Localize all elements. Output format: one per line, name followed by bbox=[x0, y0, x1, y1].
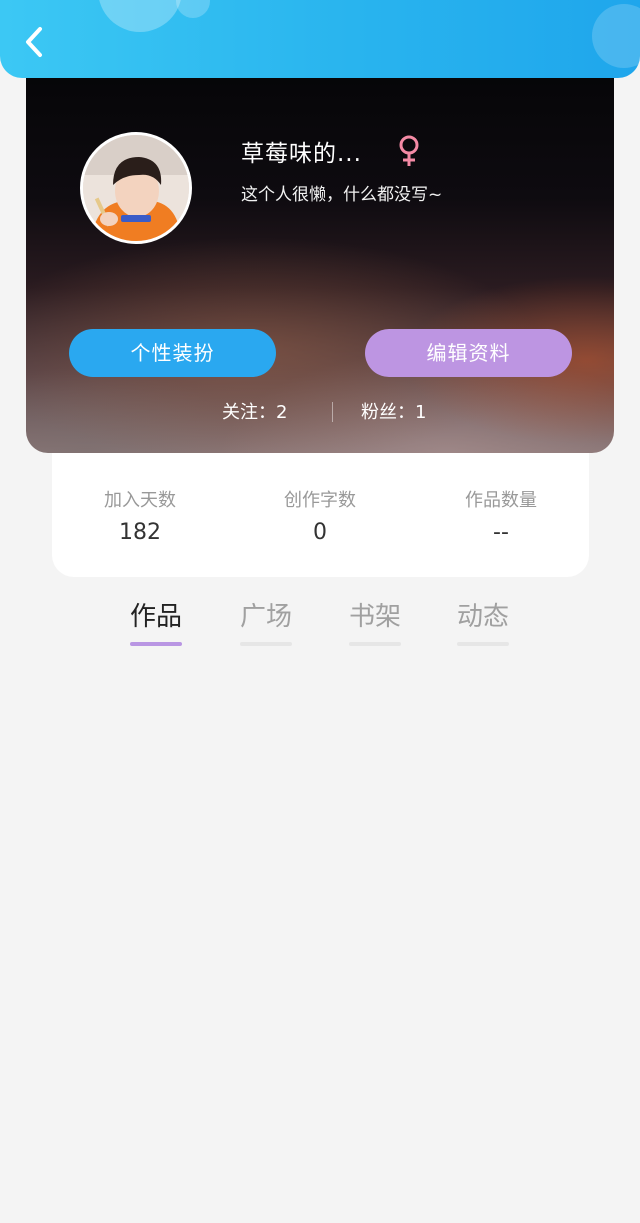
tab-underline bbox=[457, 642, 509, 646]
following-label: 关注： bbox=[222, 402, 276, 423]
nickname: 草莓味的... bbox=[241, 141, 362, 167]
header-bar bbox=[0, 0, 640, 78]
tab-underline bbox=[349, 642, 401, 646]
edit-profile-button[interactable]: 编辑资料 bbox=[365, 329, 572, 377]
stat-label: 作品数量 bbox=[465, 490, 537, 511]
stat-value: -- bbox=[493, 520, 509, 545]
tab-activity[interactable]: 动态 bbox=[443, 596, 523, 646]
female-icon bbox=[396, 134, 422, 168]
followers-count[interactable]: 粉丝：1 bbox=[361, 398, 426, 424]
tab-label: 广场 bbox=[239, 602, 292, 632]
header-bubble-decoration bbox=[176, 0, 210, 18]
followers-label: 粉丝： bbox=[361, 402, 415, 423]
stat-word-count: 创作字数 0 bbox=[250, 486, 390, 545]
header-bubble-decoration bbox=[592, 4, 640, 68]
followers-value: 1 bbox=[415, 402, 427, 423]
follow-divider bbox=[332, 402, 333, 422]
stat-value: 182 bbox=[119, 520, 161, 545]
tab-works[interactable]: 作品 bbox=[116, 596, 196, 646]
header-bubble-decoration bbox=[98, 0, 182, 32]
following-count[interactable]: 关注：2 bbox=[222, 398, 287, 424]
stat-works-count: 作品数量 -- bbox=[431, 486, 571, 545]
tab-underline bbox=[240, 642, 292, 646]
back-button[interactable] bbox=[18, 22, 52, 62]
tab-label: 作品 bbox=[129, 602, 182, 632]
avatar[interactable] bbox=[80, 132, 192, 244]
avatar-image bbox=[83, 135, 189, 241]
chevron-left-icon bbox=[26, 27, 42, 57]
tab-label: 动态 bbox=[456, 602, 509, 632]
tab-bookshelf[interactable]: 书架 bbox=[335, 596, 415, 646]
tab-square[interactable]: 广场 bbox=[226, 596, 306, 646]
profile-hero-card: 草莓味的... 这个人很懒，什么都没写~ 个性装扮 编辑资料 关注：2 粉丝：1 bbox=[26, 60, 614, 453]
profile-bio: 这个人很懒，什么都没写~ bbox=[241, 185, 443, 205]
following-value: 2 bbox=[276, 402, 288, 423]
stat-label: 加入天数 bbox=[104, 490, 176, 511]
decorate-button[interactable]: 个性装扮 bbox=[69, 329, 276, 377]
tab-label: 书架 bbox=[348, 602, 401, 632]
stat-label: 创作字数 bbox=[284, 490, 356, 511]
stat-value: 0 bbox=[313, 520, 327, 545]
tab-underline bbox=[130, 642, 182, 646]
stat-join-days: 加入天数 182 bbox=[70, 486, 210, 545]
